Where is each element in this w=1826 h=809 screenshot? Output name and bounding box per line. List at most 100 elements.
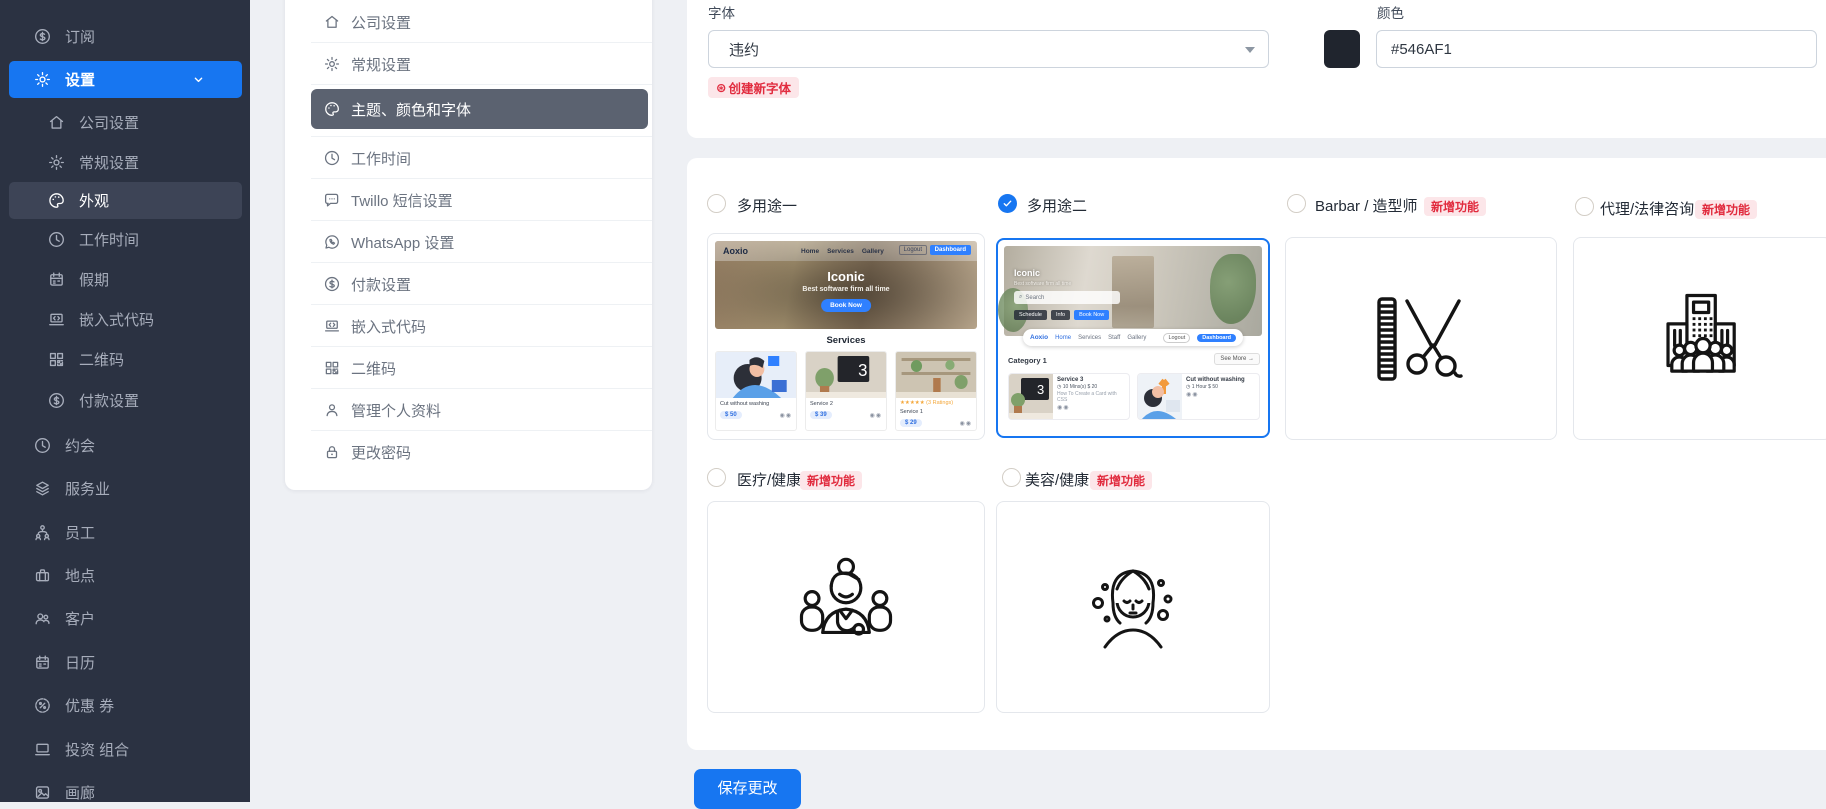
- theme-thumbnail-barber[interactable]: [1285, 237, 1557, 440]
- sidebar-item-company-settings[interactable]: 公司设置: [0, 107, 250, 137]
- thumb1-card-title: Service 2: [810, 401, 882, 407]
- create-font-label: 创建新字体: [728, 78, 791, 97]
- sidebar-item-label: 工作时间: [79, 229, 139, 250]
- gear-icon: ⊛: [716, 80, 726, 95]
- settings-menu-general[interactable]: 常规设置: [285, 43, 652, 85]
- settings-menu-label: 公司设置: [351, 12, 411, 33]
- settings-menu-twilio-sms[interactable]: Twillo 短信设置: [285, 179, 652, 221]
- check-icon: [1002, 198, 1013, 209]
- sidebar-item-label: 日历: [65, 652, 95, 673]
- color-swatch[interactable]: [1324, 30, 1360, 68]
- sidebar-item-appearance[interactable]: 外观: [9, 182, 242, 219]
- color-hex-input[interactable]: [1376, 30, 1817, 68]
- settings-menu-change-password[interactable]: 更改密码: [285, 431, 652, 473]
- info-chip: Info: [1051, 310, 1070, 320]
- sidebar-item-embed-code[interactable]: 嵌入式代码: [0, 304, 250, 334]
- sidebar-item-working-hours[interactable]: 工作时间: [0, 224, 250, 254]
- sidebar-item-portfolio[interactable]: 投资 组合: [0, 734, 250, 764]
- gear-icon: [47, 153, 66, 172]
- thumb1-title: Iconic: [715, 269, 977, 284]
- radio-theme-beauty-health[interactable]: [1002, 468, 1021, 487]
- thumb2-nav-item: Gallery: [1127, 335, 1146, 341]
- create-new-font-link[interactable]: ⊛创建新字体: [708, 77, 799, 98]
- scissors-comb-icon: [1371, 289, 1471, 389]
- thumb2-dashboard-button: Dashboard: [1197, 334, 1236, 342]
- members-icon: ◉◉: [870, 412, 882, 419]
- theme-thumbnail-medical-health[interactable]: [707, 501, 985, 713]
- svg-text:3: 3: [858, 359, 867, 380]
- sidebar-item-label: 员工: [65, 522, 95, 543]
- settings-menu-label: 更改密码: [351, 442, 411, 463]
- sidebar-item-services[interactable]: 服务业: [0, 473, 250, 503]
- theme-thumbnail-multipurpose-2[interactable]: Iconic Best software firm all time ⌕ Sea…: [996, 238, 1270, 438]
- settings-menu-manage-profile[interactable]: 管理个人资料: [285, 389, 652, 431]
- sidebar-item-label: 投资 组合: [65, 739, 129, 760]
- settings-menu-embed-code[interactable]: 嵌入式代码: [285, 305, 652, 347]
- sidebar-item-label: 订阅: [65, 26, 95, 47]
- sidebar-item-staff[interactable]: 员工: [0, 517, 250, 547]
- sidebar-item-locations[interactable]: 地点: [0, 560, 250, 590]
- settings-menu-whatsapp[interactable]: WhatsApp 设置: [285, 221, 652, 263]
- sidebar-item-general-settings[interactable]: 常规设置: [0, 147, 250, 177]
- radio-theme-medical-health[interactable]: [707, 468, 726, 487]
- sidebar-item-holidays[interactable]: 假期: [0, 264, 250, 294]
- save-changes-button[interactable]: 保存更改: [694, 769, 801, 809]
- laptop-code-icon: [47, 310, 66, 329]
- thumb2-hero: Iconic Best software firm all time ⌕ Sea…: [1004, 246, 1262, 336]
- qr-icon: [47, 350, 66, 369]
- radio-theme-multipurpose-2[interactable]: [998, 194, 1017, 213]
- settings-menu-label: Twillo 短信设置: [351, 190, 453, 211]
- rating-stars: ★★★★★ (3 Ratings): [900, 400, 972, 406]
- thumb1-logo: Aoxio: [723, 246, 748, 256]
- settings-menu-payment[interactable]: 付款设置: [285, 263, 652, 305]
- clock-icon: [47, 230, 66, 249]
- thumb2-listing-card: Cut without washing ◷ 1 Hour $ 50 ◉◉: [1137, 373, 1260, 420]
- font-label: 字体: [708, 2, 735, 22]
- thumb2-logo: Aoxio: [1030, 334, 1048, 341]
- person-illustration: [716, 352, 796, 398]
- new-feature-badge: 新增功能: [800, 471, 862, 490]
- settings-menu-company[interactable]: 公司设置: [285, 1, 652, 43]
- listing-title: Cut without washing: [1186, 377, 1245, 383]
- sidebar-item-payment-settings[interactable]: 付款设置: [0, 385, 250, 415]
- theme-label: 美容/健康: [1025, 469, 1089, 490]
- settings-menu-label: 主题、颜色和字体: [351, 99, 471, 120]
- radio-theme-barber[interactable]: [1287, 194, 1306, 213]
- users-icon: [33, 609, 52, 628]
- theme-thumbnail-multipurpose-1[interactable]: Aoxio Home Services Gallery Logout Dashb…: [707, 233, 985, 440]
- sidebar-item-label: 付款设置: [79, 390, 139, 411]
- dollar-circle-icon: [33, 27, 52, 46]
- sidebar-item-subscription[interactable]: 订阅: [0, 21, 250, 51]
- thumb2-subtitle: Best software firm all time: [1014, 281, 1071, 287]
- sidebar-item-label: 公司设置: [79, 112, 139, 133]
- plant-photo: [1210, 254, 1256, 324]
- sidebar-item-calendar[interactable]: 日历: [0, 647, 250, 677]
- sidebar-item-gallery[interactable]: 画廊: [0, 777, 250, 807]
- thumb1-logout-button: Logout: [899, 245, 927, 255]
- font-select-value: 违约: [729, 39, 759, 60]
- layers-icon: [33, 479, 52, 498]
- gear-icon: [33, 70, 52, 89]
- calendar-icon: [47, 270, 66, 289]
- thumb1-services-heading: Services: [715, 335, 977, 346]
- settings-menu-qr-code[interactable]: 二维码: [285, 347, 652, 389]
- sidebar-item-coupons[interactable]: 优惠 券: [0, 690, 250, 720]
- thumb2-floating-nav: Aoxio Home Services Staff Gallery Logout…: [1023, 329, 1243, 346]
- sidebar-item-appointments[interactable]: 约会: [0, 430, 250, 460]
- font-select[interactable]: 违约: [708, 30, 1269, 68]
- settings-menu-theme-colors-fonts[interactable]: 主题、颜色和字体: [311, 89, 648, 129]
- sidebar-item-settings[interactable]: 设置: [9, 61, 242, 98]
- settings-menu-label: 工作时间: [351, 148, 411, 169]
- radio-theme-agency-legal[interactable]: [1575, 197, 1594, 216]
- settings-menu-label: WhatsApp 设置: [351, 232, 454, 253]
- color-label: 颜色: [1377, 2, 1404, 22]
- theme-thumbnail-agency-legal[interactable]: [1573, 237, 1826, 440]
- radio-theme-multipurpose-1[interactable]: [707, 194, 726, 213]
- theme-thumbnail-beauty-health[interactable]: [996, 501, 1270, 713]
- settings-menu-label: 付款设置: [351, 274, 411, 295]
- listing-desc: How To Create a Card with CSS: [1057, 391, 1125, 403]
- settings-menu-working-hours[interactable]: 工作时间: [285, 137, 652, 179]
- sidebar-item-customers[interactable]: 客户: [0, 603, 250, 633]
- sidebar-item-qr-code[interactable]: 二维码: [0, 344, 250, 374]
- thumb2-see-more-button: See More →: [1214, 353, 1260, 365]
